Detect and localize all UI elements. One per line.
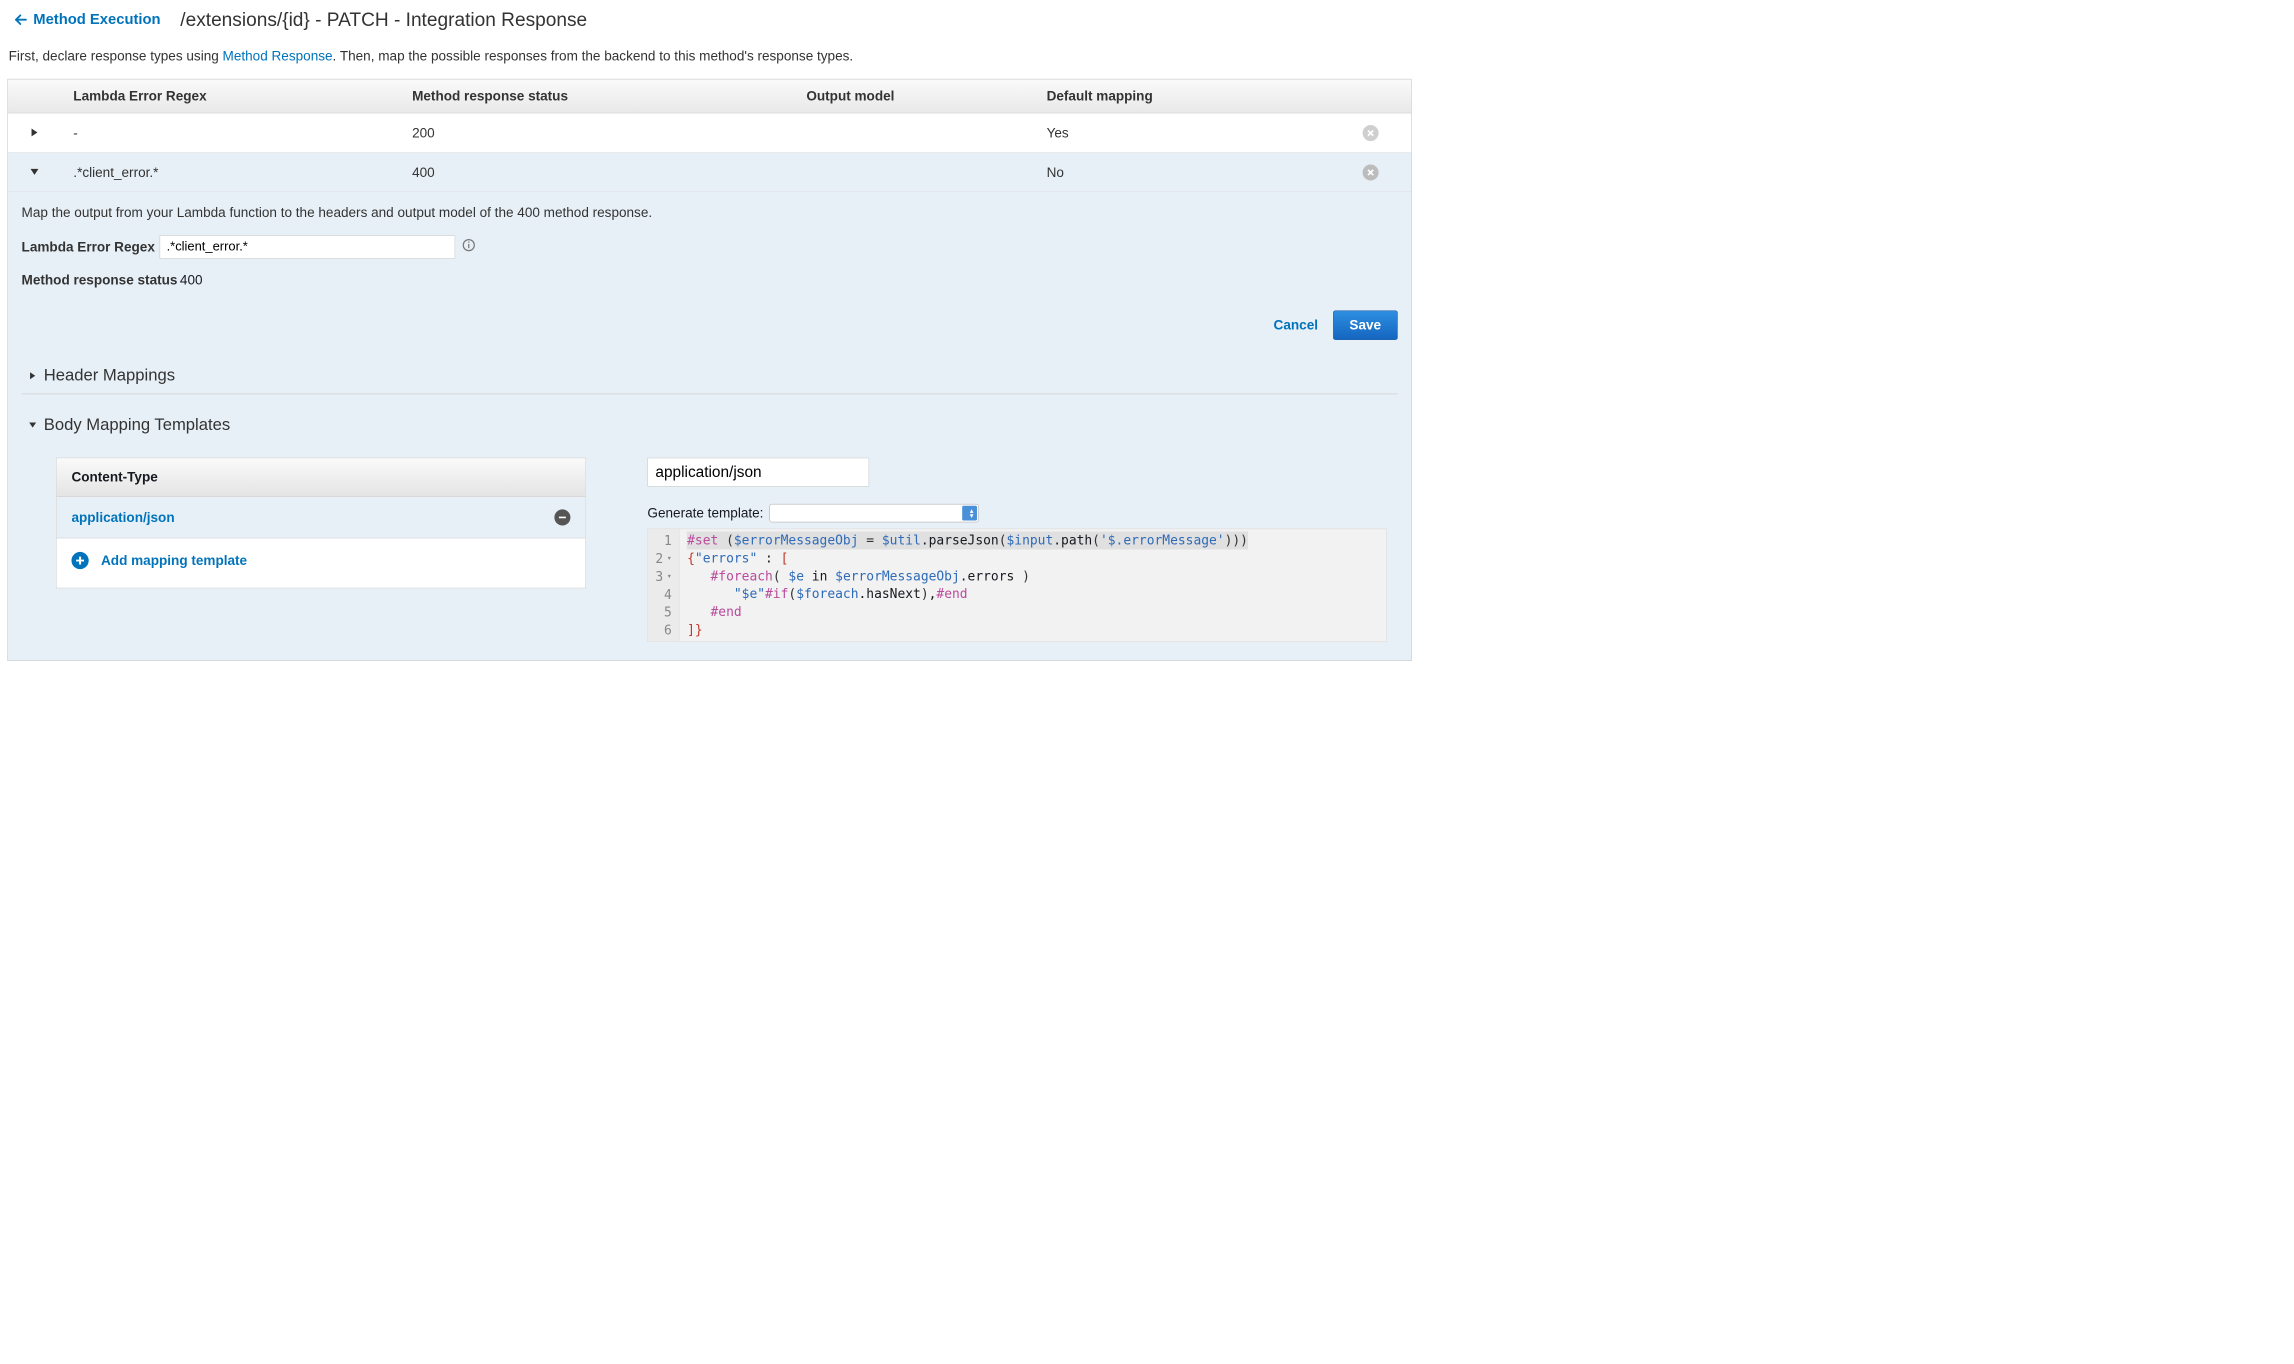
content-type-row[interactable]: application/json — [57, 497, 586, 538]
plus-icon — [71, 552, 88, 569]
th-status: Method response status — [400, 79, 794, 112]
page-title: /extensions/{id} - PATCH - Integration R… — [180, 9, 587, 31]
caret-right-icon — [22, 371, 44, 380]
cell-default: No — [1034, 156, 1330, 189]
caret-down-icon — [22, 420, 44, 429]
remove-content-type-button[interactable] — [554, 509, 570, 525]
cell-regex: .*client_error.* — [61, 156, 400, 189]
content-type-name[interactable]: application/json — [71, 509, 174, 525]
th-regex: Lambda Error Regex — [61, 79, 400, 112]
back-method-execution-link[interactable]: Method Execution — [14, 11, 161, 28]
arrow-left-icon — [14, 12, 29, 27]
status-label: Method response status — [22, 272, 178, 288]
generate-template-label: Generate template: — [647, 505, 763, 521]
content-type-header: Content-Type — [57, 458, 586, 497]
content-type-value-input[interactable] — [647, 458, 869, 487]
delete-response-button[interactable] — [1363, 164, 1379, 180]
intro-text: First, declare response types using Meth… — [0, 33, 1413, 74]
status-value: 400 — [180, 272, 203, 288]
th-model: Output model — [794, 79, 1034, 112]
cell-status: 200 — [400, 116, 794, 149]
save-button[interactable]: Save — [1333, 310, 1398, 340]
cell-model — [794, 164, 1034, 181]
lambda-error-regex-input[interactable] — [160, 235, 456, 258]
content-type-panel: Content-Type application/json Add mappin… — [56, 458, 586, 589]
info-icon[interactable] — [463, 239, 475, 255]
add-mapping-template-row[interactable]: Add mapping template — [57, 538, 586, 587]
code-gutter: 1 2▾ 3▾ 4 5 6 — [648, 529, 680, 641]
code-content[interactable]: #set ($errorMessageObj = $util.parseJson… — [680, 529, 1256, 641]
add-mapping-template-label: Add mapping template — [101, 553, 247, 569]
cancel-button[interactable]: Cancel — [1270, 312, 1322, 338]
cell-status: 400 — [400, 156, 794, 189]
template-code-editor[interactable]: 1 2▾ 3▾ 4 5 6 #set ($errorMessageObj = $… — [647, 529, 1386, 642]
caret-right-icon[interactable] — [30, 125, 40, 141]
cell-default: Yes — [1034, 116, 1330, 149]
detail-description: Map the output from your Lambda function… — [22, 205, 1398, 221]
th-default: Default mapping — [1034, 79, 1330, 112]
generate-template-select[interactable]: ▴▾ — [770, 504, 979, 522]
section-title: Body Mapping Templates — [44, 415, 230, 434]
body-mapping-accordion[interactable]: Body Mapping Templates — [22, 407, 1398, 443]
regex-label: Lambda Error Regex — [22, 239, 155, 255]
header-mappings-accordion[interactable]: Header Mappings — [22, 357, 1398, 394]
cell-model — [794, 124, 1034, 141]
table-header-row: Lambda Error Regex Method response statu… — [7, 79, 1411, 113]
cell-regex: - — [61, 116, 400, 149]
response-detail-panel: Map the output from your Lambda function… — [7, 192, 1411, 661]
integration-response-table: Lambda Error Regex Method response statu… — [7, 79, 1411, 661]
caret-down-icon[interactable] — [30, 164, 40, 180]
table-row[interactable]: - 200 Yes — [7, 113, 1411, 152]
table-row[interactable]: .*client_error.* 400 No — [7, 153, 1411, 192]
section-title: Header Mappings — [44, 366, 175, 385]
method-response-link[interactable]: Method Response — [223, 48, 333, 63]
back-label: Method Execution — [33, 11, 160, 28]
chevron-up-down-icon: ▴▾ — [970, 508, 974, 518]
delete-response-button[interactable] — [1363, 125, 1379, 141]
